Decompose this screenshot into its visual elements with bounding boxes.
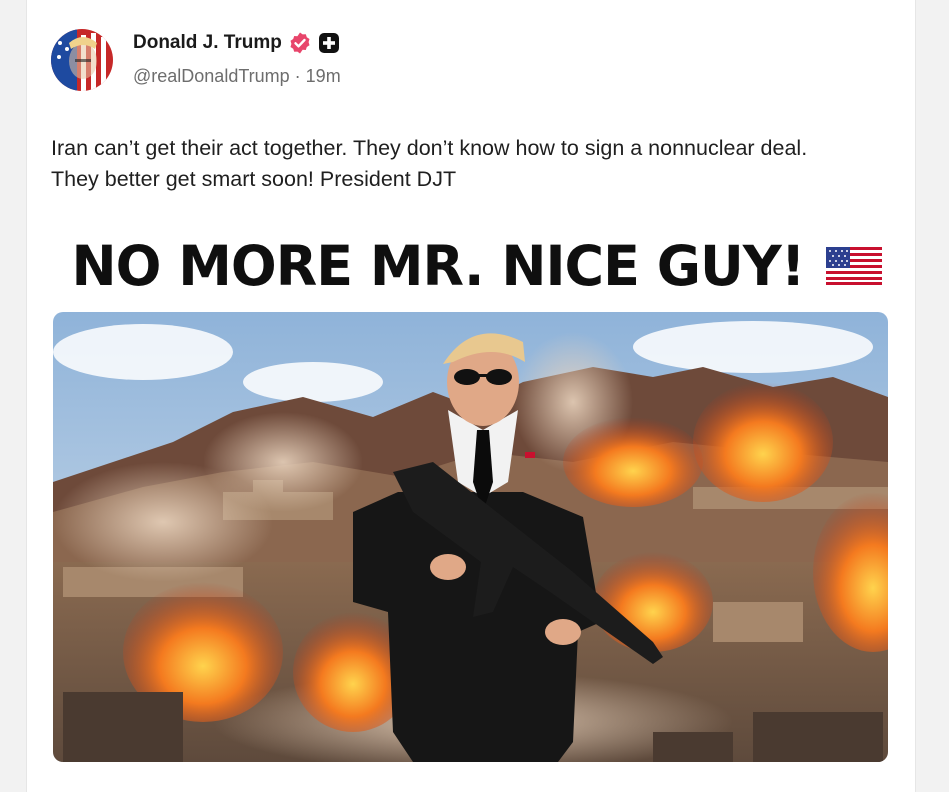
media-headline-text: NO MORE MR. NICE GUY! [71, 234, 806, 298]
us-flag-icon [825, 247, 882, 285]
post-media-image[interactable] [53, 312, 888, 762]
avatar[interactable] [51, 29, 113, 91]
media-headline: NO MORE MR. NICE GUY! [53, 230, 893, 302]
post-text: Iran can’t get their act together. They … [51, 136, 808, 191]
post-card: Donald J. Trump @realDonaldTrump · 19m I… [26, 0, 916, 792]
author-handle[interactable]: @realDonaldTrump [133, 66, 290, 86]
author-display-name[interactable]: Donald J. Trump [133, 32, 282, 54]
post-timestamp[interactable]: 19m [306, 66, 341, 86]
meta-separator: · [289, 66, 306, 86]
plus-badge-icon [318, 32, 340, 54]
verified-badge-icon [288, 31, 312, 55]
author-name-row: Donald J. Trump [133, 30, 340, 56]
author-meta: @realDonaldTrump · 19m [133, 66, 341, 87]
